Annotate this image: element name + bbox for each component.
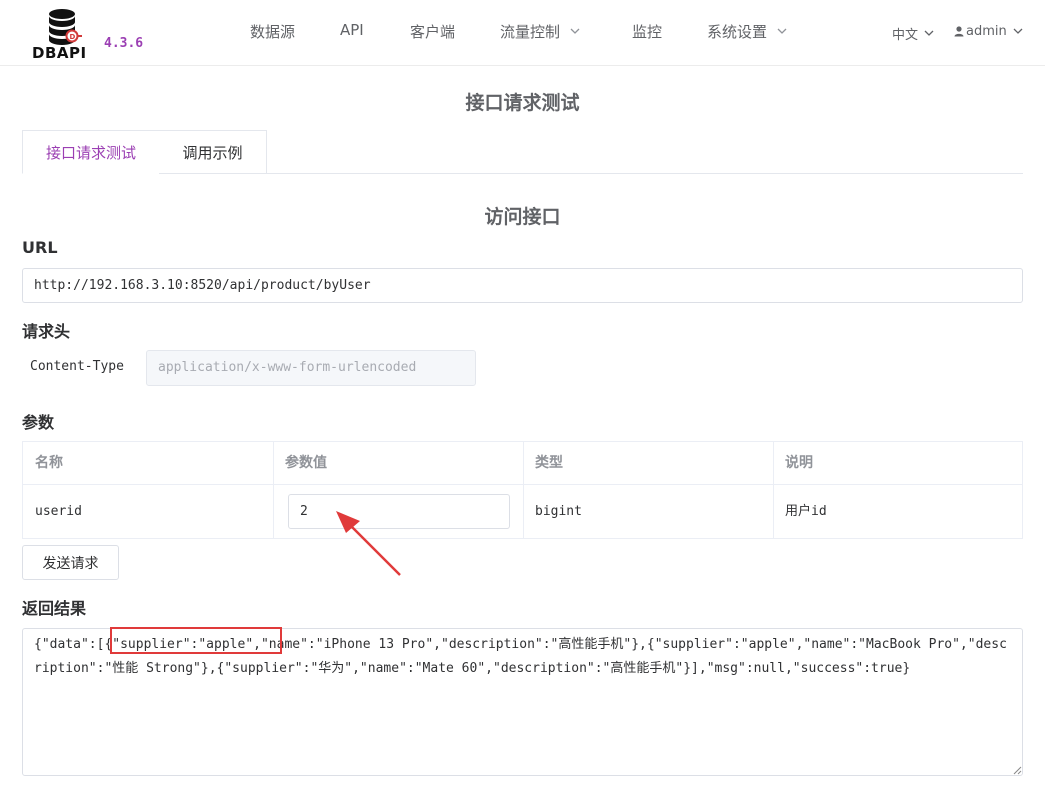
logo-text: DBAPI	[32, 44, 87, 62]
nav-item-monitor[interactable]: 监控	[632, 21, 662, 42]
param-value-input[interactable]: 2	[288, 494, 510, 529]
url-input[interactable]: http://192.168.3.10:8520/api/product/byU…	[22, 268, 1023, 303]
header-key-label: Content-Type	[30, 359, 124, 374]
chevron-down-icon	[777, 28, 787, 34]
nav-item-api[interactable]: API	[340, 21, 364, 39]
tab-call-example[interactable]: 调用示例	[159, 130, 267, 174]
tab-bar: 接口请求测试 调用示例	[22, 130, 1023, 174]
response-textarea[interactable]: {"data":[{"supplier":"apple","name":"iPh…	[22, 628, 1023, 776]
column-header-value: 参数值	[273, 442, 523, 485]
section-title: 访问接口	[484, 206, 561, 228]
content-type-input[interactable]: application/x-www-form-urlencoded	[146, 350, 476, 386]
column-header-name: 名称	[23, 442, 273, 485]
param-type-cell: bigint	[535, 504, 582, 519]
user-menu[interactable]: admin	[954, 24, 1023, 39]
chevron-down-icon	[570, 28, 580, 34]
send-request-button[interactable]: 发送请求	[22, 545, 119, 580]
main-panel: 接口请求测试 接口请求测试 调用示例 访问接口 URL http://192.1…	[0, 66, 1045, 810]
column-header-desc: 说明	[773, 442, 1022, 485]
headers-label: 请求头	[22, 322, 71, 341]
tab-request-test[interactable]: 接口请求测试	[22, 130, 160, 174]
params-table: 名称 参数值 类型 说明 userid 2 bigint 用户id	[22, 441, 1023, 539]
column-divider	[273, 442, 274, 539]
chevron-down-icon	[1013, 28, 1023, 34]
url-label: URL	[22, 238, 58, 257]
nav-item-client[interactable]: 客户端	[410, 21, 455, 42]
chevron-down-icon	[924, 30, 934, 36]
param-name-cell: userid	[35, 504, 82, 519]
resize-handle-icon[interactable]	[1012, 765, 1022, 775]
user-icon	[954, 26, 964, 37]
nav-item-datasource[interactable]: 数据源	[250, 21, 295, 42]
page-title: 接口请求测试	[465, 92, 580, 114]
nav-item-traffic-control[interactable]: 流量控制	[500, 21, 580, 42]
params-label: 参数	[22, 413, 55, 432]
version-label: 4.3.6	[104, 36, 144, 51]
param-desc-cell: 用户id	[785, 504, 827, 519]
response-label: 返回结果	[22, 599, 87, 618]
top-navbar: D DBAPI 4.3.6 数据源 API 客户端 流量控制 监控 系统设置 中…	[0, 0, 1045, 66]
column-header-type: 类型	[523, 442, 773, 485]
nav-item-system-settings[interactable]: 系统设置	[707, 21, 787, 42]
svg-text:D: D	[70, 33, 76, 41]
language-switcher[interactable]: 中文	[892, 24, 934, 43]
